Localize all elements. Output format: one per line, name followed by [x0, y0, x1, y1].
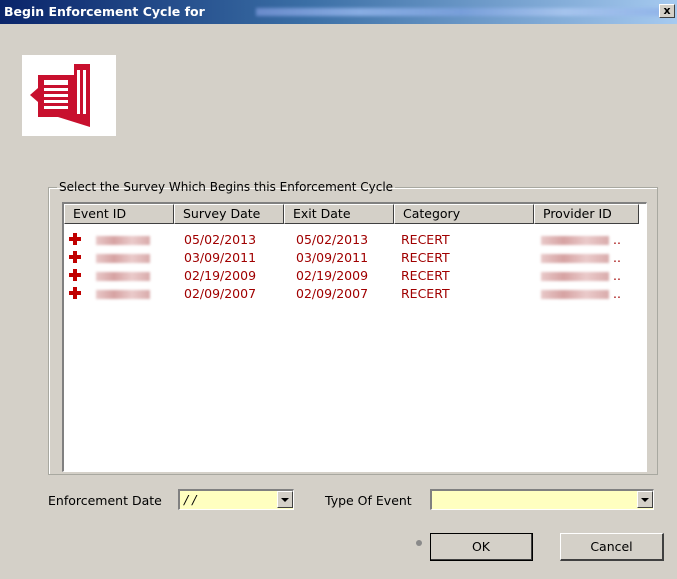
redacted-facility-name — [256, 8, 668, 16]
survey-date-cell: 03/09/2011 — [184, 250, 257, 265]
provider-id-cell: .. — [541, 267, 621, 285]
table-row[interactable]: 02/19/2009 02/19/2009 RECERT .. — [64, 267, 646, 285]
enforcement-date-value: / / — [184, 492, 197, 507]
provider-id-cell: .. — [541, 231, 621, 249]
survey-date-cell: 02/09/2007 — [184, 286, 257, 301]
event-id-cell — [96, 231, 150, 249]
exit-date-cell: 02/09/2007 — [296, 286, 369, 301]
event-id-cell — [96, 249, 150, 267]
title-bar: Begin Enforcement Cycle for x — [0, 0, 677, 24]
enforcement-logo-icon — [22, 55, 116, 136]
survey-date-cell: 05/02/2013 — [184, 232, 257, 247]
cancel-button[interactable]: Cancel — [560, 533, 664, 561]
category-cell: RECERT — [401, 268, 450, 283]
column-header-provider-id[interactable]: Provider ID — [534, 204, 639, 224]
enforcement-date-label: Enforcement Date — [48, 493, 162, 508]
exit-date-cell: 03/09/2011 — [296, 250, 369, 265]
red-plus-icon — [69, 269, 81, 281]
exit-date-cell: 02/19/2009 — [296, 268, 369, 283]
column-header-category[interactable]: Category — [394, 204, 534, 224]
type-of-event-dropdown-button[interactable] — [637, 491, 653, 508]
table-row[interactable]: 05/02/2013 05/02/2013 RECERT .. — [64, 231, 646, 249]
survey-groupbox-legend: Select the Survey Which Begins this Enfo… — [59, 180, 394, 194]
ok-button[interactable]: OK — [430, 533, 533, 561]
exit-date-cell: 05/02/2013 — [296, 232, 369, 247]
survey-list[interactable]: Event ID Survey Date Exit Date Category … — [62, 202, 647, 472]
category-cell: RECERT — [401, 232, 450, 247]
enforcement-date-dropdown-button[interactable] — [277, 491, 293, 508]
enforcement-date-field[interactable]: / / — [178, 489, 294, 510]
column-header-event-id[interactable]: Event ID — [64, 204, 174, 224]
red-plus-icon — [69, 233, 81, 245]
provider-id-cell: .. — [541, 285, 621, 303]
event-id-cell — [96, 267, 150, 285]
category-cell: RECERT — [401, 250, 450, 265]
column-header-exit-date[interactable]: Exit Date — [284, 204, 394, 224]
table-row[interactable]: 03/09/2011 03/09/2011 RECERT .. — [64, 249, 646, 267]
event-id-cell — [96, 285, 150, 303]
category-cell: RECERT — [401, 286, 450, 301]
close-button[interactable]: x — [659, 4, 675, 18]
survey-date-cell: 02/19/2009 — [184, 268, 257, 283]
table-row[interactable]: 02/09/2007 02/09/2007 RECERT .. — [64, 285, 646, 303]
red-plus-icon — [69, 287, 81, 299]
status-dot — [416, 540, 422, 546]
provider-id-cell: .. — [541, 249, 621, 267]
red-plus-icon — [69, 251, 81, 263]
column-header-survey-date[interactable]: Survey Date — [174, 204, 284, 224]
type-of-event-label: Type Of Event — [325, 493, 412, 508]
window-title: Begin Enforcement Cycle for — [4, 4, 205, 19]
survey-list-header: Event ID Survey Date Exit Date Category … — [64, 204, 646, 224]
type-of-event-select[interactable] — [430, 489, 654, 510]
